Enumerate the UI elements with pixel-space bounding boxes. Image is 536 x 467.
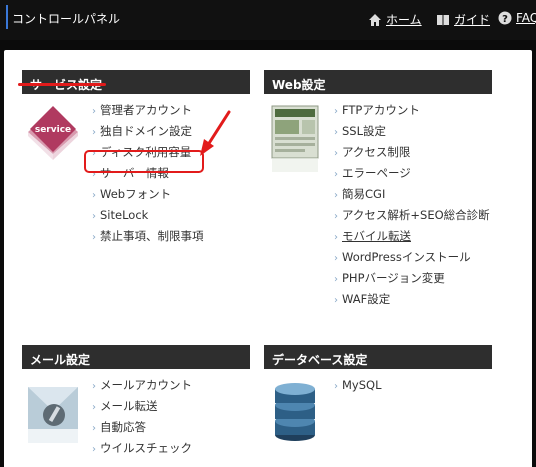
mail-settings-title: メール設定 xyxy=(30,353,91,367)
list-item[interactable]: › SSL設定 xyxy=(334,121,490,142)
nav-home-link[interactable]: ホーム xyxy=(368,11,422,28)
list-item[interactable]: › アクセス制限 xyxy=(334,142,490,163)
list-item[interactable]: › 禁止事項、制限事項 xyxy=(92,226,204,247)
list-item[interactable]: › アクセス解析+SEO総合診断 xyxy=(334,205,490,226)
list-item[interactable]: › 簡易CGI xyxy=(334,184,490,205)
list-item[interactable]: › Webフォント xyxy=(92,184,204,205)
nav-home-label: ホーム xyxy=(386,13,422,27)
list-item[interactable]: › 独自ドメイン設定 xyxy=(92,121,204,142)
web-settings-title: Web設定 xyxy=(272,78,326,92)
list-item[interactable]: › MySQL xyxy=(334,375,382,396)
service-settings-list: › 管理者アカウント › 独自ドメイン設定 › ディスク利用容量 › サーバー情報 › W… xyxy=(92,100,204,247)
nav-faq-label: FAQ xyxy=(516,11,536,25)
list-item[interactable]: › WordPressインストール xyxy=(334,247,490,268)
app-title: コントロールパネル xyxy=(12,12,121,26)
nav-guide-label: ガイド xyxy=(454,13,491,27)
web-settings-header: Web設定 xyxy=(264,70,492,94)
database-icon xyxy=(275,383,315,441)
service-settings-header: サービス設定 xyxy=(22,70,250,94)
mail-settings-header: メール設定 xyxy=(22,345,250,369)
database-settings-header: データベース設定 xyxy=(264,345,492,369)
annotation-underline xyxy=(18,83,106,86)
svg-text:?: ? xyxy=(502,14,508,25)
nav-faq-link[interactable]: ? FAQ xyxy=(498,11,536,25)
list-item[interactable]: › メール転送 xyxy=(92,396,192,417)
database-settings-section: データベース設定 › MySQL xyxy=(264,345,492,467)
list-item[interactable]: › ウイルスチェック xyxy=(92,438,192,459)
web-settings-section: Web設定 › FTPアカウント › SSL設定 › アクセス制限 › エラーページ ›… xyxy=(264,70,492,330)
list-item[interactable]: › エラーページ xyxy=(334,163,490,184)
annotation-arrow-icon xyxy=(200,110,231,156)
list-item[interactable]: › モバイル転送 xyxy=(334,226,490,247)
book-icon xyxy=(437,14,449,26)
service-icon: service xyxy=(28,106,78,160)
list-item[interactable]: › PHPバージョン変更 xyxy=(334,268,490,289)
top-bar: コントロールパネル ホーム ガイド ? FAQ xyxy=(0,0,536,40)
help-icon: ? xyxy=(498,11,512,25)
control-panel-body: サービス設定 service ›管理者アカウント ›独自ドメイン設定 ›ディスク… xyxy=(4,50,532,467)
list-item[interactable]: › SiteLock xyxy=(92,205,204,226)
list-item[interactable]: › 自動応答 xyxy=(92,417,192,438)
list-item[interactable]: › 管理者アカウント xyxy=(92,100,204,121)
title-accent-bar xyxy=(6,5,8,29)
svg-text:service: service xyxy=(35,125,71,135)
list-item[interactable]: › WAF設定 xyxy=(334,289,490,310)
mail-settings-list: › メールアカウント › メール転送 › 自動応答 › ウイルスチェック xyxy=(92,375,192,459)
annotation-highlight-box xyxy=(84,150,204,173)
home-icon xyxy=(369,13,381,26)
list-item[interactable]: › FTPアカウント xyxy=(334,100,490,121)
mail-settings-section: メール設定 › メールアカウント › メール転送 › 自動応答 › ウイルスチェック xyxy=(22,345,250,467)
mail-envelope-icon xyxy=(28,387,78,443)
nav-guide-link[interactable]: ガイド xyxy=(436,11,490,28)
database-settings-title: データベース設定 xyxy=(272,353,368,367)
web-page-icon xyxy=(271,105,319,172)
database-settings-list: › MySQL xyxy=(334,375,382,396)
web-settings-list: › FTPアカウント › SSL設定 › アクセス制限 › エラーページ › 簡易CGI … xyxy=(334,100,490,310)
list-item[interactable]: › メールアカウント xyxy=(92,375,192,396)
